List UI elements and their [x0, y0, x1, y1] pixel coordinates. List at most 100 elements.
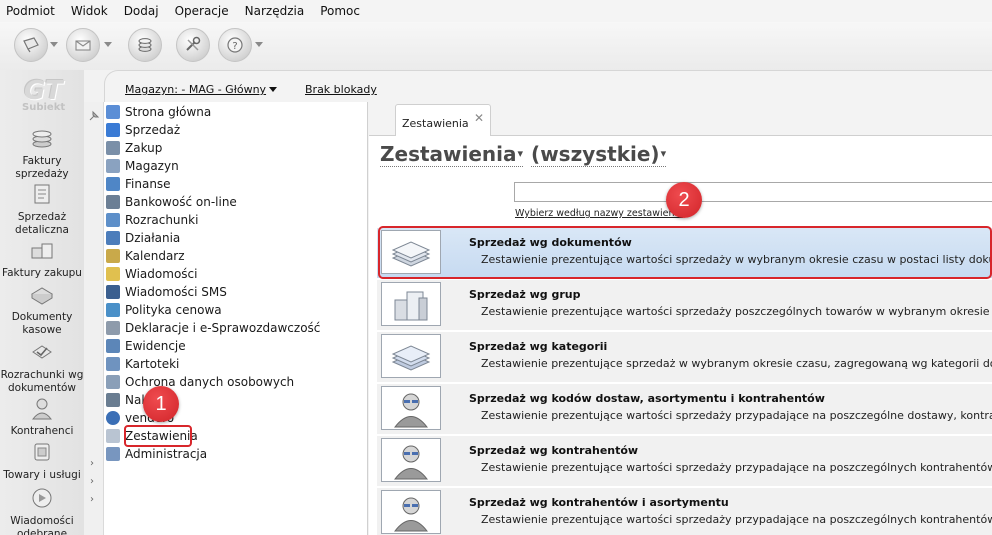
price-policy-icon [106, 303, 120, 317]
warehouse-selector[interactable]: Magazyn: - MAG - Główny [125, 83, 278, 96]
search-input[interactable] [514, 182, 992, 202]
settlements-icon [106, 213, 120, 227]
tree-item-wiadomosci[interactable]: Wiadomości [106, 265, 197, 283]
title-selector[interactable]: Zestawienia▾ [380, 142, 524, 167]
caret-down-icon: ▾ [660, 147, 667, 160]
messages-icon [106, 267, 120, 281]
report-row[interactable]: Sprzedaż wg kodów dostaw, asortymentu i … [377, 384, 992, 434]
purchase-icon [106, 141, 120, 155]
report-title: Sprzedaż wg kontrahentów [469, 444, 639, 457]
module-wiadomosci-odebrane[interactable]: Wiadomości odebrane [0, 486, 84, 535]
search-filter-selector[interactable]: Wybierz według nazwy zestawienia [515, 208, 694, 219]
report-row[interactable]: Sprzedaż wg kategorii Zestawienie prezen… [377, 332, 992, 382]
module-kontrahenci[interactable]: Kontrahenci [0, 396, 84, 438]
lock-status-link[interactable]: Brak blokady [305, 83, 377, 96]
module-faktury-sprzedazy[interactable]: Faktury sprzedaży [0, 126, 84, 181]
page-title: Zestawienia▾ (wszystkie)▾ [380, 142, 667, 167]
menu-pomoc[interactable]: Pomoc [318, 4, 362, 18]
menu-widok[interactable]: Widok [69, 4, 110, 18]
tab-strip: Zestawienia ✕ [369, 102, 992, 137]
records-icon [106, 339, 120, 353]
person-icon [31, 398, 53, 420]
reports-icon [106, 429, 120, 443]
tree-item-rozrachunki[interactable]: Rozrachunki [106, 211, 198, 229]
vendero-icon [106, 411, 120, 425]
module-dokumenty-kasowe[interactable]: Dokumenty kasowe [0, 282, 84, 337]
shield-icon [106, 375, 120, 389]
coins-button[interactable] [128, 28, 162, 62]
menu-narzedzia[interactable]: Narzędzia [243, 4, 307, 18]
menu-dodaj[interactable]: Dodaj [122, 4, 161, 18]
tree-item-sprzedaz[interactable]: Sprzedaż [106, 121, 180, 139]
svg-text:?: ? [232, 41, 237, 52]
menu-bar: Podmiot Widok Dodaj Operacje Narzędzia P… [0, 0, 992, 22]
report-row[interactable]: Sprzedaż wg dokumentów Zestawienie preze… [377, 228, 992, 278]
document-stack-icon [391, 345, 431, 371]
new-document-button[interactable] [14, 28, 48, 62]
tree-item-ewidencje[interactable]: Ewidencje [106, 337, 186, 355]
products-icon [34, 443, 50, 461]
report-description: Zestawienie prezentujące wartości sprzed… [481, 253, 992, 266]
module-faktury-zakupu[interactable]: Faktury zakupu [0, 238, 84, 280]
module-bar: GT Subiekt Faktury sprzedaży Sprzedaż de… [0, 70, 84, 535]
tree-item-bankowosc[interactable]: Bankowość on-line [106, 193, 237, 211]
new-document-dropdown[interactable] [50, 42, 58, 47]
tab-zestawienia[interactable]: Zestawienia ✕ [395, 104, 491, 137]
module-sprzedaz-detaliczna[interactable]: Sprzedaż detaliczna [0, 182, 84, 237]
filter-selector[interactable]: (wszystkie)▾ [531, 142, 667, 167]
report-thumbnail [381, 334, 441, 378]
home-icon [106, 105, 120, 119]
admin-icon [106, 447, 120, 461]
finance-icon [106, 177, 120, 191]
report-row[interactable]: Sprzedaż wg kontrahentów Zestawienie pre… [377, 436, 992, 486]
send-mail-dropdown[interactable] [104, 42, 112, 47]
info-strip: Magazyn: - MAG - Główny Brak blokady [104, 70, 992, 102]
calendar-icon [106, 249, 120, 263]
module-rozrachunki[interactable]: Rozrachunki wg dokumentów [0, 340, 84, 395]
document-stack-icon [391, 241, 431, 267]
person-glasses-icon [393, 497, 429, 532]
close-icon[interactable]: ✕ [474, 111, 484, 125]
module-towary-i-uslugi[interactable]: Towary i usługi [0, 440, 84, 482]
report-row[interactable]: Sprzedaż wg kontrahentów i asortymentu Z… [377, 488, 992, 535]
chevron-right-icon[interactable]: › [90, 494, 94, 505]
tree-item-zakup[interactable]: Zakup [106, 139, 162, 157]
report-title: Sprzedaż wg grup [469, 288, 581, 301]
send-mail-button[interactable] [66, 28, 100, 62]
sales-icon [106, 123, 120, 137]
pin-icon[interactable] [88, 110, 100, 122]
tools-icon [186, 36, 201, 51]
tree-item-finanse[interactable]: Finanse [106, 175, 171, 193]
report-thumbnail [381, 282, 441, 326]
tree-item-administracja[interactable]: Administracja [106, 445, 207, 463]
tree-item-kalendarz[interactable]: Kalendarz [106, 247, 185, 265]
report-row[interactable]: Sprzedaż wg grup Zestawienie prezentując… [377, 280, 992, 330]
menu-podmiot[interactable]: Podmiot [4, 4, 57, 18]
menu-operacje[interactable]: Operacje [173, 4, 231, 18]
tree-item-deklaracje[interactable]: Deklaracje i e-Sprawozdawczość [106, 319, 320, 337]
selected-item-highlight [124, 425, 192, 447]
report-thumbnail [381, 386, 441, 430]
help-button[interactable]: ? [218, 28, 252, 62]
tree-item-wiadomosci-sms[interactable]: Wiadomości SMS [106, 283, 227, 301]
chevron-right-icon[interactable]: › [90, 476, 94, 487]
labels-icon [106, 393, 120, 407]
checkmark-document-icon [32, 345, 52, 359]
files-icon [106, 357, 120, 371]
new-document-icon [23, 37, 39, 53]
inbox-icon [32, 488, 52, 508]
coins-stack-icon [32, 130, 52, 148]
navigation-tree: › › › Strona główna Sprzedaż Zakup Magaz… [84, 102, 368, 535]
tree-item-ochrona-danych[interactable]: Ochrona danych osobowych [106, 373, 294, 391]
product-boxes-icon [394, 291, 428, 321]
help-dropdown[interactable] [255, 42, 263, 47]
tools-button[interactable] [176, 28, 210, 62]
tree-item-strona-glowna[interactable]: Strona główna [106, 103, 211, 121]
tree-item-dzialania[interactable]: Działania [106, 229, 180, 247]
person-glasses-icon [393, 445, 429, 480]
tree-item-polityka-cenowa[interactable]: Polityka cenowa [106, 301, 222, 319]
chevron-right-icon[interactable]: › [90, 458, 94, 469]
tree-item-kartoteki[interactable]: Kartoteki [106, 355, 179, 373]
actions-icon [106, 231, 120, 245]
tree-item-magazyn[interactable]: Magazyn [106, 157, 179, 175]
